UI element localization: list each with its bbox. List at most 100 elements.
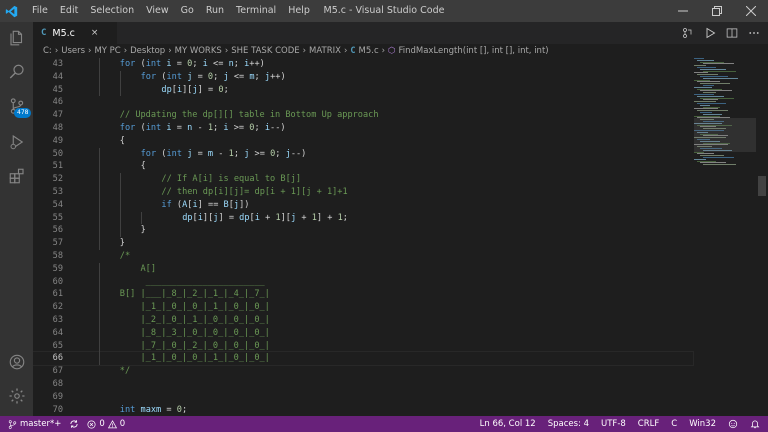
code-line[interactable]: 50 for (int j = m - 1; j >= 0; j--) <box>33 148 693 161</box>
tab-close-icon[interactable]: × <box>91 28 99 38</box>
breadcrumb-segment[interactable]: SHE TASK CODE <box>231 46 299 56</box>
indent-guide <box>119 173 121 238</box>
code-line[interactable]: 55 dp[i][j] = dp[i + 1][j + 1] + 1; <box>33 212 693 225</box>
menu-run[interactable]: Run <box>200 0 230 22</box>
line-number: 56 <box>52 225 63 236</box>
encoding[interactable]: UTF-8 <box>601 419 626 429</box>
end-of-line[interactable]: CRLF <box>638 419 659 429</box>
bell-icon <box>750 420 760 429</box>
code-text: |_2_|_0_|_1_|_0_|_0_|_0_| <box>119 315 270 325</box>
language-mode[interactable]: C <box>671 419 677 429</box>
code-text: /* <box>119 251 131 261</box>
code-line[interactable]: 66 |_1_|_0_|_0_|_1_|_0_|_0_| <box>33 351 694 367</box>
notifications-button[interactable] <box>750 419 760 429</box>
menu-selection[interactable]: Selection <box>84 0 140 22</box>
more-actions-icon[interactable] <box>748 27 760 39</box>
search-button[interactable] <box>0 56 33 88</box>
open-changes-icon[interactable] <box>682 27 694 39</box>
vertical-scrollbar[interactable] <box>756 58 768 416</box>
code-line[interactable]: 61 B[] |___|_8_|_2_|_1_|_4_|_7_| <box>33 288 693 301</box>
problems-status[interactable]: 0 0 <box>87 419 125 429</box>
breadcrumb-segment[interactable]: C: <box>43 46 52 56</box>
explorer-button[interactable] <box>0 22 33 54</box>
code-line[interactable]: 65 |_7_|_0_|_2_|_0_|_0_|_0_| <box>33 340 693 353</box>
cursor-position[interactable]: Ln 66, Col 12 <box>480 419 536 429</box>
code-text: A[] <box>119 263 157 274</box>
code-text: for (int i = n - 1; i >= 0; i--) <box>119 123 286 133</box>
breadcrumb-segment[interactable]: Users <box>61 46 85 56</box>
code-line[interactable]: 59 A[] <box>33 263 693 276</box>
restore-button[interactable] <box>700 0 734 22</box>
code-line[interactable]: 49 { <box>33 135 693 148</box>
line-number: 44 <box>52 71 63 82</box>
breadcrumb-segment[interactable]: MY PC <box>94 46 120 56</box>
close-window-button[interactable] <box>734 0 768 22</box>
menu-terminal[interactable]: Terminal <box>230 0 282 22</box>
chevron-right-icon: › <box>123 46 128 56</box>
minimap-line <box>703 63 734 65</box>
code-text: |_8_|_3_|_0_|_0_|_0_|_0_| <box>119 327 270 338</box>
code-line[interactable]: 57} <box>33 237 693 250</box>
code-text: |_1_|_0_|_0_|_1_|_0_|_0_| <box>119 302 270 313</box>
manage-button[interactable] <box>0 380 33 412</box>
code-line[interactable]: 67 */ <box>33 365 693 378</box>
run-debug-button[interactable] <box>0 126 33 158</box>
indentation[interactable]: Spaces: 4 <box>548 419 589 429</box>
code-line[interactable]: 56} <box>33 224 693 237</box>
menu-edit[interactable]: Edit <box>54 0 84 22</box>
indent-guide <box>119 70 121 97</box>
code-line[interactable]: 46 <box>33 96 693 109</box>
code-line[interactable]: 53 // then dp[i][j]= dp[i + 1][j + 1]+1 <box>33 186 693 199</box>
settings-gear-icon <box>9 388 24 404</box>
code-line[interactable]: 47 // Updating the dp[][] table in Bottom… <box>33 109 693 122</box>
menu-view[interactable]: View <box>140 0 175 22</box>
code-line[interactable]: 60 _______________________ <box>33 276 693 289</box>
menu-file[interactable]: File <box>26 0 54 22</box>
line-number: 68 <box>52 379 63 389</box>
scrollbar-thumb[interactable] <box>758 176 766 196</box>
code-line[interactable]: 51 { <box>33 160 693 173</box>
feedback-button[interactable] <box>728 419 738 429</box>
line-number: 52 <box>52 174 63 185</box>
branch-status[interactable]: master*+ <box>8 419 61 429</box>
sync-status[interactable] <box>69 419 79 429</box>
code-line[interactable]: 62 |_1_|_0_|_0_|_1_|_0_|_0_| <box>33 301 693 314</box>
line-number: 50 <box>52 148 63 159</box>
menu-help[interactable]: Help <box>282 0 316 22</box>
search-icon <box>9 64 24 79</box>
menu-go[interactable]: Go <box>175 0 200 22</box>
files-icon <box>9 30 22 46</box>
minimize-button[interactable] <box>666 0 700 22</box>
breadcrumb-segment[interactable]: MY WORKS <box>175 46 222 56</box>
minimap-line <box>703 164 736 166</box>
breadcrumb-function[interactable]: FindMaxLength(int [], int [], int, int) <box>398 46 548 56</box>
code-line[interactable]: 58 /* <box>33 250 693 263</box>
code-line[interactable]: 64 |_8_|_3_|_0_|_0_|_0_|_0_| <box>33 327 693 340</box>
breadcrumb-file[interactable]: M5.c <box>359 46 379 56</box>
account-button[interactable] <box>0 346 33 378</box>
run-code-icon[interactable] <box>704 27 716 39</box>
code-line[interactable]: 52 // If A[i] is equal to B[j] <box>33 173 693 186</box>
code-text: */ <box>119 366 131 377</box>
extensions-button[interactable] <box>0 160 33 192</box>
code-line[interactable]: 43 for (int i = 0; i <= n; i++) <box>33 58 693 71</box>
tab-label: M5.c <box>52 27 75 39</box>
code-line[interactable]: 69 <box>33 391 693 404</box>
vscode-logo-icon <box>0 0 22 22</box>
code-line[interactable]: 63 |_2_|_0_|_1_|_0_|_0_|_0_| <box>33 314 693 327</box>
platform-config[interactable]: Win32 <box>689 419 716 429</box>
code-line[interactable]: 44 for (int j = 0; j <= m; j++) <box>33 71 693 84</box>
code-line[interactable]: 48 for (int i = n - 1; i >= 0; i--) <box>33 122 693 135</box>
tab-m5-c[interactable]: C M5.c × <box>33 22 117 44</box>
line-number: 67 <box>52 366 63 377</box>
account-icon <box>9 354 24 370</box>
breadcrumb-segment[interactable]: Desktop <box>130 46 165 56</box>
minimap-slider[interactable] <box>694 118 756 152</box>
code-line[interactable]: 54 if (A[i] == B[j]) <box>33 199 693 212</box>
code-line[interactable]: 70 int maxm = 0; <box>33 404 693 416</box>
code-line[interactable]: 45 dp[i][j] = 0; <box>33 84 693 97</box>
split-editor-icon[interactable] <box>726 27 738 39</box>
code-line[interactable]: 68 <box>33 378 693 391</box>
breadcrumb-segment[interactable]: MATRIX <box>309 46 341 56</box>
code-editor[interactable]: 43 for (int i = 0; i <= n; i++) 44 for (int… <box>33 58 768 416</box>
